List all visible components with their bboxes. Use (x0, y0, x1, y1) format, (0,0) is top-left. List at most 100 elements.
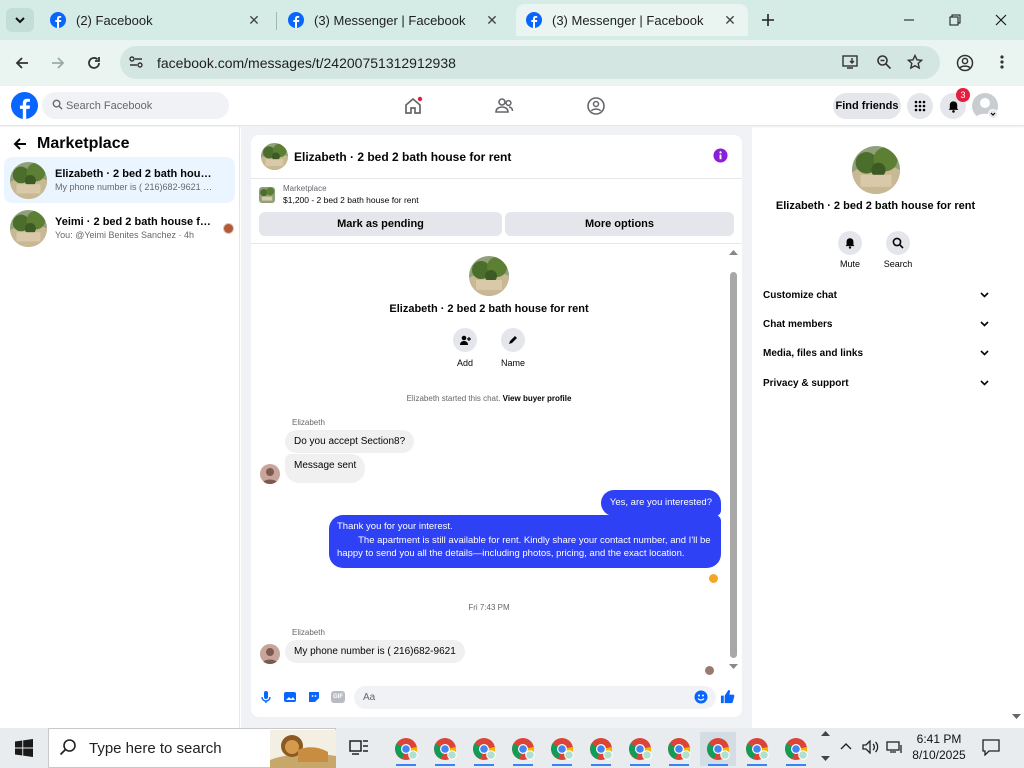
restore-button[interactable] (932, 0, 978, 40)
chrome-taskbar-app[interactable] (778, 732, 814, 766)
minimize-icon (904, 19, 914, 21)
page-scroll-down-arrow[interactable] (1012, 714, 1021, 720)
forward-button[interactable] (44, 49, 72, 77)
message-out-2[interactable]: Thank you for your interest. The apartme… (329, 515, 721, 568)
chrome-icon (512, 738, 535, 760)
new-tab-button[interactable] (756, 8, 780, 32)
profile-icon[interactable] (956, 54, 974, 72)
message-in-2[interactable]: Message sent (285, 454, 366, 483)
chrome-taskbar-app[interactable] (739, 732, 775, 766)
microphone-icon[interactable] (259, 690, 273, 704)
network-icon[interactable] (886, 740, 904, 754)
message-in-3[interactable]: My phone number is ( 216)682-9621 (285, 640, 465, 663)
notification-center-icon[interactable] (982, 739, 1000, 756)
site-info-icon[interactable] (128, 54, 144, 70)
volume-icon[interactable] (862, 740, 880, 754)
nav-home[interactable] (393, 94, 433, 118)
mute-button[interactable]: Mute (836, 231, 864, 269)
search-conversation-button[interactable]: Search (884, 231, 912, 269)
message-in-1[interactable]: Do you accept Section8? (285, 430, 415, 453)
sidebar-header: Marketplace (12, 133, 130, 155)
emoji-icon[interactable] (694, 690, 708, 704)
chat-avatar[interactable] (261, 143, 288, 170)
chrome-taskbar-app[interactable] (622, 732, 658, 766)
start-button[interactable] (0, 728, 48, 768)
notification-badge: 3 (956, 88, 970, 102)
bookmark-star-icon[interactable] (907, 54, 923, 70)
browser-tab-1[interactable]: (2) Facebook ✕ (40, 4, 272, 36)
menu-button[interactable] (907, 93, 933, 119)
clock-time: 6:41 PM (916, 732, 962, 746)
zoom-icon[interactable] (876, 54, 892, 70)
browser-tab-2[interactable]: (3) Messenger | Facebook ✕ (278, 4, 510, 36)
browser-menu-icon[interactable] (994, 54, 1010, 70)
chrome-icon (707, 738, 730, 760)
name-button[interactable]: Name (499, 328, 527, 368)
chevron-up-icon[interactable] (840, 741, 852, 753)
sticker-icon[interactable] (307, 690, 321, 704)
details-title: Elizabeth · 2 bed 2 bath house for rent (775, 200, 976, 212)
chrome-taskbar-app[interactable] (700, 732, 736, 766)
close-tab-icon[interactable]: ✕ (722, 12, 738, 28)
photo-icon[interactable] (283, 690, 297, 704)
search-placeholder: Search Facebook (66, 99, 153, 112)
account-chevron[interactable] (988, 109, 998, 119)
arrow-left-icon[interactable] (12, 136, 28, 152)
chat-title[interactable]: Elizabeth · 2 bed 2 bath house for rent (288, 150, 511, 164)
listing-info[interactable]: Marketplace $1,200 - 2 bed 2 bath house … (259, 184, 419, 205)
mark-as-pending-button[interactable]: Mark as pending (259, 212, 502, 236)
address-bar[interactable]: facebook.com/messages/t/2420075131291293… (120, 46, 940, 79)
taskbar-scroll-up[interactable] (821, 730, 830, 736)
chevron-down-icon (15, 17, 25, 24)
listing-thumbnail (10, 209, 47, 247)
listing-thumbnail (259, 186, 275, 203)
taskbar-scroll-down[interactable] (821, 756, 830, 762)
tab-title: (2) Facebook (76, 12, 153, 28)
facebook-logo-icon[interactable] (11, 92, 38, 119)
message-input[interactable]: Aa (354, 686, 716, 709)
divider (251, 243, 742, 244)
minimize-button[interactable] (886, 0, 932, 40)
section-privacy-support[interactable]: Privacy & support (763, 372, 989, 394)
close-window-button[interactable] (978, 0, 1024, 40)
add-button[interactable]: Add (451, 328, 479, 368)
info-icon[interactable] (713, 148, 728, 163)
chrome-taskbar-app[interactable] (466, 732, 502, 766)
task-view-icon[interactable] (349, 738, 369, 756)
close-tab-icon[interactable]: ✕ (484, 12, 500, 28)
chrome-taskbar-app[interactable] (505, 732, 541, 766)
install-app-icon[interactable] (842, 54, 860, 70)
browser-tab-3[interactable]: (3) Messenger | Facebook ✕ (516, 4, 748, 36)
tab-search-button[interactable] (6, 8, 34, 32)
more-options-button[interactable]: More options (505, 212, 734, 236)
home-icon (405, 96, 423, 114)
chat-scrollbar-thumb[interactable] (730, 272, 737, 658)
section-customize-chat[interactable]: Customize chat (763, 284, 989, 306)
conversation-item-elizabeth[interactable]: Elizabeth · 2 bed 2 bath house for ... M… (4, 157, 235, 203)
like-icon[interactable] (720, 689, 735, 704)
search-icon (59, 738, 77, 756)
facebook-search-input[interactable]: Search Facebook (42, 92, 229, 119)
find-friends-button[interactable]: Find friends (833, 93, 901, 119)
taskbar-clock[interactable]: 6:41 PM 8/10/2025 (906, 731, 972, 763)
view-buyer-profile-link[interactable]: View buyer profile (503, 394, 572, 403)
chrome-taskbar-app[interactable] (544, 732, 580, 766)
message-out-1[interactable]: Yes, are you interested? (600, 490, 721, 516)
chrome-taskbar-app[interactable] (388, 732, 424, 766)
nav-groups[interactable] (576, 94, 616, 118)
section-media-files-links[interactable]: Media, files and links (763, 342, 989, 364)
close-tab-icon[interactable]: ✕ (246, 12, 262, 28)
nav-friends[interactable] (484, 94, 524, 118)
chrome-taskbar-app[interactable] (583, 732, 619, 766)
scroll-down-arrow[interactable] (729, 664, 738, 670)
reload-button[interactable] (80, 49, 108, 77)
arrow-left-icon (15, 57, 28, 69)
chrome-taskbar-app[interactable] (661, 732, 697, 766)
back-button[interactable] (8, 49, 36, 77)
gif-icon[interactable]: GIF (331, 691, 345, 703)
search-icon (52, 99, 63, 110)
conversation-item-yeimi[interactable]: Yeimi · 2 bed 2 bath house for r... You:… (4, 205, 235, 251)
chrome-taskbar-app[interactable] (427, 732, 463, 766)
scroll-up-arrow[interactable] (729, 249, 738, 255)
section-chat-members[interactable]: Chat members (763, 313, 989, 335)
